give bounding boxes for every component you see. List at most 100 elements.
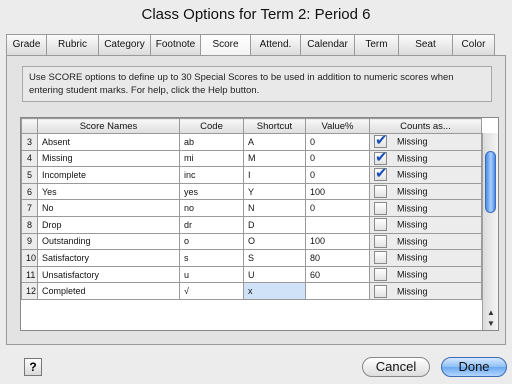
- table-row[interactable]: 10 Satisfactory s S 80 Missing: [21, 249, 482, 267]
- tab-calendar[interactable]: Calendar: [300, 34, 354, 56]
- counts-checkbox[interactable]: [374, 168, 388, 182]
- table-row[interactable]: 6 Yes yes Y 100 Missing: [21, 182, 482, 201]
- score-name-cell[interactable]: Unsatisfactory: [37, 265, 180, 284]
- counts-as-cell: Missing: [369, 166, 482, 184]
- tab-grade[interactable]: Grade: [6, 34, 46, 56]
- row-number: 5: [21, 166, 38, 184]
- tab-term[interactable]: Term: [354, 34, 398, 56]
- counts-as-cell: Missing: [369, 182, 482, 201]
- tab-footnote[interactable]: Footnote: [150, 34, 200, 56]
- score-name-cell[interactable]: No: [37, 199, 180, 217]
- column-header-number: [21, 118, 38, 134]
- row-number: 4: [21, 149, 38, 168]
- counts-as-cell: Missing: [369, 232, 482, 251]
- score-name-cell[interactable]: Absent: [37, 133, 180, 151]
- column-header-counts-as[interactable]: Counts as...: [369, 118, 482, 134]
- value-cell[interactable]: 0: [305, 166, 370, 184]
- tab-category[interactable]: Category: [98, 34, 150, 56]
- value-cell[interactable]: 0: [305, 199, 370, 217]
- table-row[interactable]: 9 Outstanding o O 100 Missing: [21, 232, 482, 251]
- value-cell[interactable]: 80: [305, 249, 370, 267]
- shortcut-cell[interactable]: M: [243, 149, 306, 168]
- counts-as-label: Missing: [397, 286, 428, 297]
- value-cell[interactable]: [305, 282, 370, 300]
- table-row[interactable]: 4MissingmiM0Missing: [21, 149, 482, 168]
- value-cell[interactable]: 0: [305, 149, 370, 168]
- table-row[interactable]: 8 Drop dr D Missing: [21, 215, 482, 234]
- counts-checkbox[interactable]: [374, 234, 387, 248]
- shortcut-cell[interactable]: S: [243, 249, 306, 267]
- counts-checkbox[interactable]: [374, 268, 387, 282]
- value-cell[interactable]: 100: [305, 182, 370, 201]
- row-number: 6: [21, 182, 38, 201]
- column-header-value[interactable]: Value%: [305, 118, 370, 134]
- value-cell[interactable]: 60: [305, 265, 370, 284]
- table-row[interactable]: 12 Completed √ x Missing: [21, 282, 482, 300]
- table-row[interactable]: 3AbsentabA0 Missing: [21, 133, 482, 151]
- counts-checkbox[interactable]: [374, 218, 387, 232]
- scroll-up-icon[interactable]: ▲: [486, 308, 496, 318]
- code-cell[interactable]: no: [179, 199, 244, 217]
- counts-checkbox[interactable]: [374, 134, 388, 149]
- shortcut-cell[interactable]: Y: [243, 182, 306, 201]
- tab-color[interactable]: Color: [452, 34, 495, 56]
- shortcut-cell[interactable]: x: [243, 282, 306, 300]
- counts-as-label: Missing: [397, 269, 428, 280]
- score-name-cell[interactable]: Incomplete: [37, 166, 180, 184]
- counts-as-cell: Missing: [369, 282, 482, 300]
- row-number: 3: [21, 133, 38, 151]
- counts-checkbox[interactable]: [374, 251, 387, 265]
- counts-checkbox[interactable]: [374, 284, 387, 298]
- score-name-cell[interactable]: Yes: [37, 182, 180, 201]
- column-header-code[interactable]: Code: [179, 118, 244, 134]
- help-button[interactable]: ?: [24, 358, 42, 376]
- vertical-scrollbar[interactable]: ▲ ▼: [482, 133, 498, 330]
- tab-attendance[interactable]: Attend.: [250, 34, 300, 56]
- code-cell[interactable]: √: [179, 282, 244, 300]
- counts-as-label: Missing: [397, 186, 428, 197]
- value-cell[interactable]: 100: [305, 232, 370, 251]
- row-number: 8: [21, 215, 38, 234]
- column-header-shortcut[interactable]: Shortcut: [243, 118, 306, 134]
- table-row[interactable]: 7 No no N 0 Missing: [21, 199, 482, 217]
- code-cell[interactable]: ab: [179, 133, 244, 151]
- tab-seat[interactable]: Seat: [398, 34, 452, 56]
- counts-as-label: Missing: [397, 236, 428, 247]
- score-name-cell[interactable]: Satisfactory: [37, 249, 180, 267]
- cancel-button[interactable]: Cancel: [362, 357, 430, 377]
- shortcut-cell[interactable]: A: [243, 133, 306, 151]
- counts-as-label: Missing: [397, 169, 428, 180]
- table-row[interactable]: 5IncompleteincI0 Missing: [21, 166, 482, 184]
- table-row[interactable]: 11 Unsatisfactory u U 60 Missing: [21, 265, 482, 284]
- score-name-cell[interactable]: Outstanding: [37, 232, 180, 251]
- counts-checkbox[interactable]: [374, 201, 387, 215]
- code-cell[interactable]: o: [179, 232, 244, 251]
- code-cell[interactable]: inc: [179, 166, 244, 184]
- tab-rubric[interactable]: Rubric: [46, 34, 98, 56]
- code-cell[interactable]: dr: [179, 215, 244, 234]
- counts-as-cell: Missing: [369, 265, 482, 284]
- shortcut-cell[interactable]: O: [243, 232, 306, 251]
- code-cell[interactable]: yes: [179, 182, 244, 201]
- code-cell[interactable]: mi: [179, 149, 244, 168]
- column-header-score-names[interactable]: Score Names: [37, 118, 180, 134]
- tab-score[interactable]: Score: [200, 34, 250, 56]
- scroll-down-icon[interactable]: ▼: [486, 319, 496, 329]
- scrollbar-thumb[interactable]: [485, 151, 496, 213]
- score-name-cell[interactable]: Completed: [37, 282, 180, 300]
- shortcut-cell[interactable]: N: [243, 199, 306, 217]
- counts-as-cell: Missing: [369, 249, 482, 267]
- score-name-cell[interactable]: Missing: [37, 149, 180, 168]
- shortcut-cell[interactable]: I: [243, 166, 306, 184]
- counts-checkbox[interactable]: [374, 151, 388, 166]
- done-button[interactable]: Done: [441, 357, 507, 377]
- code-cell[interactable]: s: [179, 249, 244, 267]
- shortcut-cell[interactable]: D: [243, 215, 306, 234]
- score-name-cell[interactable]: Drop: [37, 215, 180, 234]
- counts-as-cell: Missing: [369, 199, 482, 217]
- value-cell[interactable]: 0: [305, 133, 370, 151]
- counts-checkbox[interactable]: [374, 185, 387, 199]
- code-cell[interactable]: u: [179, 265, 244, 284]
- value-cell[interactable]: [305, 215, 370, 234]
- shortcut-cell[interactable]: U: [243, 265, 306, 284]
